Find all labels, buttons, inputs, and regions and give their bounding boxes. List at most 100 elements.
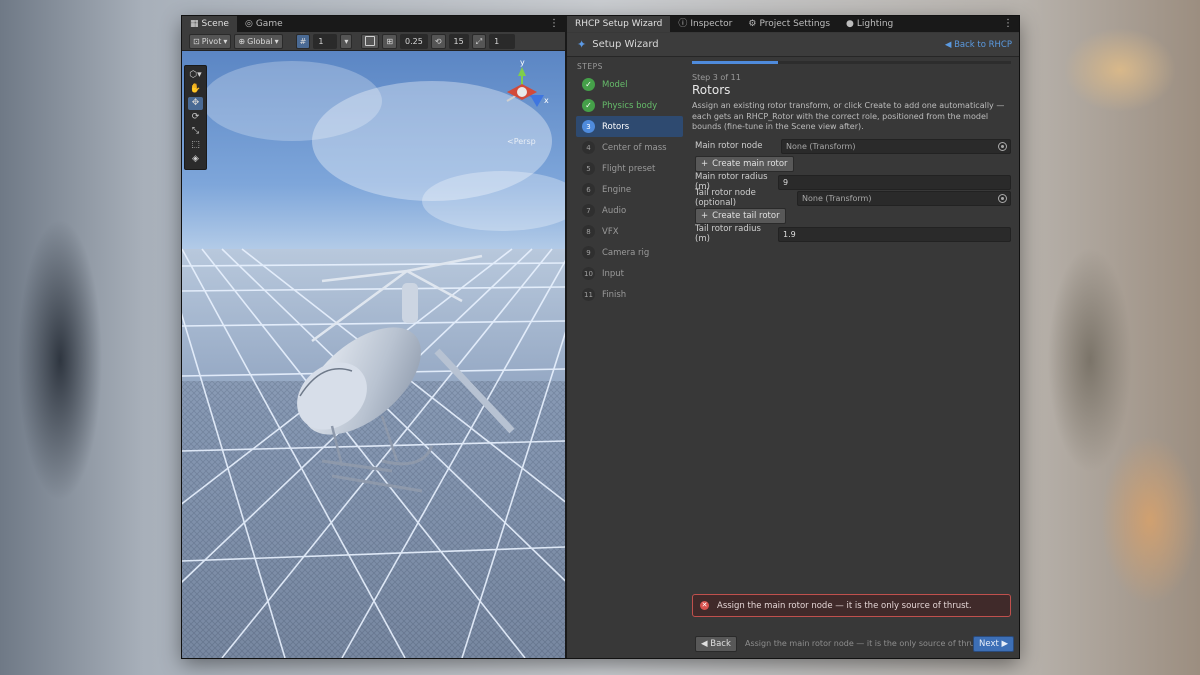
tail-radius-label: Tail rotor radius (m) bbox=[695, 224, 761, 245]
tab-scene[interactable]: ▦ Scene bbox=[182, 16, 237, 32]
step-label: VFX bbox=[602, 226, 619, 237]
object-picker-icon[interactable] bbox=[998, 141, 1007, 151]
step-item[interactable]: 8 VFX bbox=[576, 221, 683, 242]
error-icon: ✕ bbox=[700, 601, 709, 610]
grid-toggle-button[interactable]: # bbox=[295, 33, 311, 49]
step-number: 4 bbox=[582, 141, 595, 154]
main-rotor-field[interactable]: None (Transform) bbox=[781, 138, 1011, 154]
step-item[interactable]: ✓ Physics body bbox=[576, 95, 683, 116]
step-label: Physics body bbox=[602, 100, 658, 111]
main-rotor-row: Main rotor node None (Transform) bbox=[692, 138, 1011, 154]
footer-status-message: Assign the main rotor node — it is the o… bbox=[745, 639, 985, 648]
step-number: 10 bbox=[582, 267, 595, 280]
steps-list: ✓ Model ✓ Physics body 3 Rotors 4 Center of mas… bbox=[576, 74, 683, 305]
step-number: 9 bbox=[582, 246, 595, 259]
step-label: Engine bbox=[602, 184, 632, 195]
back-button[interactable]: ◀ Back bbox=[695, 636, 737, 652]
step-title: Rotors bbox=[692, 83, 731, 97]
step-label: Input bbox=[602, 268, 625, 279]
check-icon: ✓ bbox=[582, 99, 595, 112]
steps-heading: STEPS bbox=[577, 62, 603, 71]
step-label: Rotors bbox=[602, 121, 630, 132]
tab-setup-wizard[interactable]: RHCP Setup Wizard bbox=[567, 16, 671, 32]
wizard-header: ✦ Setup Wizard ◀ Back to RHCP bbox=[567, 33, 1019, 57]
rotate-snap-icon[interactable]: ⟲ bbox=[430, 33, 446, 49]
move-snap-icon[interactable]: ⊞ bbox=[382, 33, 398, 49]
wizard-panel: RHCP Setup Wizard ⓘ Inspector ⚙ Project … bbox=[567, 16, 1019, 658]
tail-rotor-row: Tail rotor node (optional) None (Transfo… bbox=[692, 188, 1011, 208]
tab-lighting[interactable]: ● Lighting bbox=[838, 16, 901, 32]
plus-icon: + bbox=[701, 158, 709, 169]
grid-icon: # bbox=[299, 36, 307, 46]
tail-radius-row: Tail rotor radius (m) 1.9 bbox=[692, 224, 1011, 245]
scene-viewport[interactable]: y x ⬡▾ ✋ ✥ ⟳ ⤡ ⬚ ◈ <Persp bbox=[182, 51, 565, 658]
tab-project-settings[interactable]: ⚙ Project Settings bbox=[740, 16, 838, 32]
bulb-icon: ● bbox=[846, 19, 854, 29]
main-radius-field[interactable]: 9 bbox=[778, 174, 1011, 190]
wizard-title: ✦ Setup Wizard bbox=[577, 38, 659, 51]
step-label: Center of mass bbox=[602, 142, 667, 153]
scene-panel: ▦ Scene ◎ Game ⋮ ⊡ Pivot ▾ ⊕ Global ▾ # bbox=[182, 16, 565, 658]
hand-tool-icon[interactable]: ✋ bbox=[188, 83, 203, 96]
wizard-tabbar: RHCP Setup Wizard ⓘ Inspector ⚙ Project … bbox=[567, 16, 1019, 32]
scene-menu-icon[interactable]: ⋮ bbox=[549, 17, 559, 31]
step-number: 5 bbox=[582, 162, 595, 175]
step-item[interactable]: 3 Rotors bbox=[576, 116, 683, 137]
view-cube-icon[interactable]: ⬡▾ bbox=[188, 69, 203, 82]
global-dropdown[interactable]: ⊕ Global ▾ bbox=[234, 33, 283, 49]
step-item[interactable]: ✓ Model bbox=[576, 74, 683, 95]
scale-snap-field[interactable]: 1 bbox=[489, 33, 516, 49]
create-tail-rotor-button[interactable]: + Create tail rotor bbox=[695, 207, 786, 224]
globe-icon: ⊕ bbox=[238, 36, 246, 46]
step-number: 11 bbox=[582, 288, 595, 301]
next-button[interactable]: Next ▶ bbox=[973, 636, 1015, 652]
step-label: Audio bbox=[602, 205, 627, 216]
tail-rotor-field[interactable]: None (Transform) bbox=[797, 190, 1011, 206]
tail-radius-field[interactable]: 1.9 bbox=[778, 226, 1011, 242]
create-main-rotor-button[interactable]: + Create main rotor bbox=[695, 155, 794, 172]
rotate-tool-icon[interactable]: ⟳ bbox=[188, 111, 203, 124]
step-item[interactable]: 5 Flight preset bbox=[576, 158, 683, 179]
transform-tool-icon[interactable]: ◈ bbox=[188, 153, 203, 166]
step-item[interactable]: 6 Engine bbox=[576, 179, 683, 200]
scale-snap-icon[interactable]: ⤢ bbox=[471, 33, 487, 49]
wizard-menu-icon[interactable]: ⋮ bbox=[1003, 17, 1013, 31]
tab-game[interactable]: ◎ Game bbox=[237, 16, 291, 32]
step-number: 8 bbox=[582, 225, 595, 238]
back-to-rhcp-link[interactable]: ◀ Back to RHCP bbox=[945, 40, 1012, 50]
scene-tool-palette: ⬡▾ ✋ ✥ ⟳ ⤡ ⬚ ◈ bbox=[184, 65, 207, 170]
step-item[interactable]: 7 Audio bbox=[576, 200, 683, 221]
step-item[interactable]: 10 Input bbox=[576, 263, 683, 284]
rotate-snap-field[interactable]: 15 bbox=[448, 33, 469, 49]
pivot-dropdown[interactable]: ⊡ Pivot ▾ bbox=[189, 33, 232, 49]
svg-text:x: x bbox=[544, 96, 549, 105]
move-tool-icon[interactable]: ✥ bbox=[188, 97, 203, 110]
move-snap-field[interactable]: 0.25 bbox=[400, 33, 428, 49]
editor-window: ▦ Scene ◎ Game ⋮ ⊡ Pivot ▾ ⊕ Global ▾ # bbox=[182, 16, 1019, 658]
tab-inspector[interactable]: ⓘ Inspector bbox=[670, 16, 740, 32]
scale-tool-icon[interactable]: ⤡ bbox=[188, 125, 203, 138]
step-item[interactable]: 11 Finish bbox=[576, 284, 683, 305]
rect-tool-icon[interactable]: ⬚ bbox=[188, 139, 203, 152]
step-item[interactable]: 9 Camera rig bbox=[576, 242, 683, 263]
object-picker-icon[interactable] bbox=[998, 193, 1007, 203]
chevron-down-icon: ▾ bbox=[223, 36, 228, 46]
step-number: 7 bbox=[582, 204, 595, 217]
check-icon: ✓ bbox=[582, 78, 595, 91]
step-label: Camera rig bbox=[602, 247, 650, 258]
step-item[interactable]: 4 Center of mass bbox=[576, 137, 683, 158]
step-description: Assign an existing rotor transform, or c… bbox=[692, 101, 1005, 132]
sparkle-icon: ✦ bbox=[577, 38, 587, 51]
projection-label[interactable]: <Persp bbox=[507, 137, 536, 146]
scene-tabbar: ▦ Scene ◎ Game ⋮ bbox=[182, 16, 565, 32]
grid-size-field[interactable]: 1 bbox=[313, 33, 338, 49]
step-number: 6 bbox=[582, 183, 595, 196]
step-counter: Step 3 of 11 bbox=[692, 73, 741, 82]
snap-toggle-button[interactable] bbox=[361, 33, 380, 49]
wizard-progress-bar bbox=[692, 61, 1011, 64]
grid-options-icon[interactable]: ▾ bbox=[340, 33, 353, 49]
scene-toolbar: ⊡ Pivot ▾ ⊕ Global ▾ # 1 ▾ ⊞ 0.25 ⟲ 15 ⤢… bbox=[182, 32, 565, 51]
step-label: Flight preset bbox=[602, 163, 656, 174]
pivot-icon: ⊡ bbox=[193, 36, 200, 46]
gear-icon: ⚙ bbox=[748, 19, 757, 29]
